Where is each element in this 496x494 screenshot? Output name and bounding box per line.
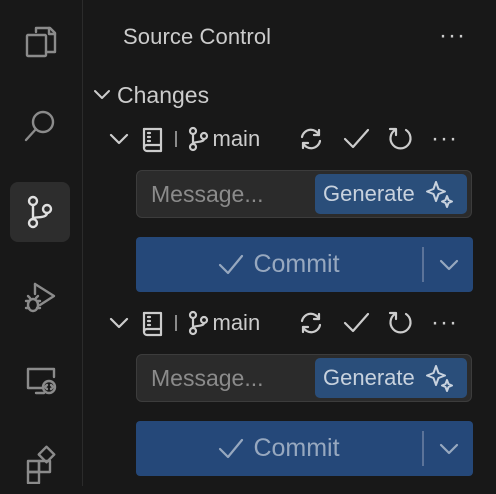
refresh-icon[interactable] [387, 125, 415, 153]
activity-extensions[interactable] [10, 434, 70, 494]
remote-explorer-icon [26, 367, 57, 395]
check-icon[interactable] [341, 309, 371, 337]
changes-section-header[interactable]: Changes [91, 80, 209, 110]
branch-label[interactable]: main [213, 126, 261, 152]
activity-bar [0, 0, 83, 486]
section-label: Changes [117, 81, 210, 108]
commit-label: Commit [253, 250, 340, 278]
chevron-down-icon[interactable] [107, 127, 131, 151]
repo-more-actions-button[interactable]: ··· [431, 311, 458, 335]
repo-actions: ··· [297, 309, 458, 337]
activity-explorer[interactable] [10, 12, 70, 72]
commit-message-input[interactable] [137, 355, 307, 401]
sync-icon[interactable] [297, 125, 325, 153]
generate-button[interactable]: Generate [315, 358, 467, 398]
activity-run-debug[interactable] [10, 266, 70, 326]
commit-message-box: Generate [136, 170, 472, 218]
chevron-down-icon [94, 90, 110, 99]
separator [175, 131, 177, 147]
check-icon[interactable] [341, 125, 371, 153]
chevron-down-icon[interactable] [107, 311, 131, 335]
extensions-icon [26, 445, 56, 484]
repo-more-actions-button[interactable]: ··· [431, 127, 458, 151]
search-icon [24, 110, 55, 142]
repo-icon [142, 311, 163, 337]
commit-button[interactable]: Commit [136, 421, 421, 476]
commit-button-group: Commit [136, 237, 473, 292]
generate-label: Generate [323, 365, 415, 390]
commit-message-box: Generate [136, 354, 472, 402]
activity-source-control[interactable] [10, 182, 70, 242]
source-control-icon [27, 195, 53, 229]
activity-search[interactable] [10, 96, 70, 156]
chevron-down-icon [439, 443, 458, 454]
source-control-panel: Source Control ··· Changes main ··· Mess… [83, 0, 496, 486]
commit-options-button[interactable] [424, 237, 473, 292]
commit-message-input[interactable] [137, 171, 307, 217]
repo-actions: ··· [297, 125, 458, 153]
sync-icon[interactable] [297, 309, 325, 337]
commit-label: Commit [253, 434, 340, 462]
commit-button[interactable]: Commit [136, 237, 421, 292]
activity-remote-explorer[interactable] [10, 350, 70, 410]
check-icon [219, 254, 244, 274]
check-icon [219, 438, 244, 458]
refresh-icon[interactable] [387, 309, 415, 337]
repo-icon [142, 127, 163, 153]
chevron-down-icon [439, 259, 458, 270]
generate-button[interactable]: Generate [315, 174, 467, 214]
panel-more-actions-button[interactable]: ··· [439, 24, 466, 48]
branch-icon [188, 310, 208, 336]
branch-icon [188, 126, 208, 152]
repository-row[interactable]: main ··· [107, 306, 496, 340]
explorer-icon [25, 26, 57, 58]
sparkle-icon [425, 365, 453, 392]
commit-button-group: Commit [136, 421, 473, 476]
commit-options-button[interactable] [424, 421, 473, 476]
panel-title: Source Control [123, 24, 272, 49]
run-debug-icon [24, 282, 56, 313]
repository-row[interactable]: main ··· [107, 122, 496, 156]
generate-label: Generate [323, 181, 415, 206]
sparkle-icon [425, 181, 453, 208]
branch-label[interactable]: main [213, 310, 261, 336]
separator [175, 315, 177, 331]
